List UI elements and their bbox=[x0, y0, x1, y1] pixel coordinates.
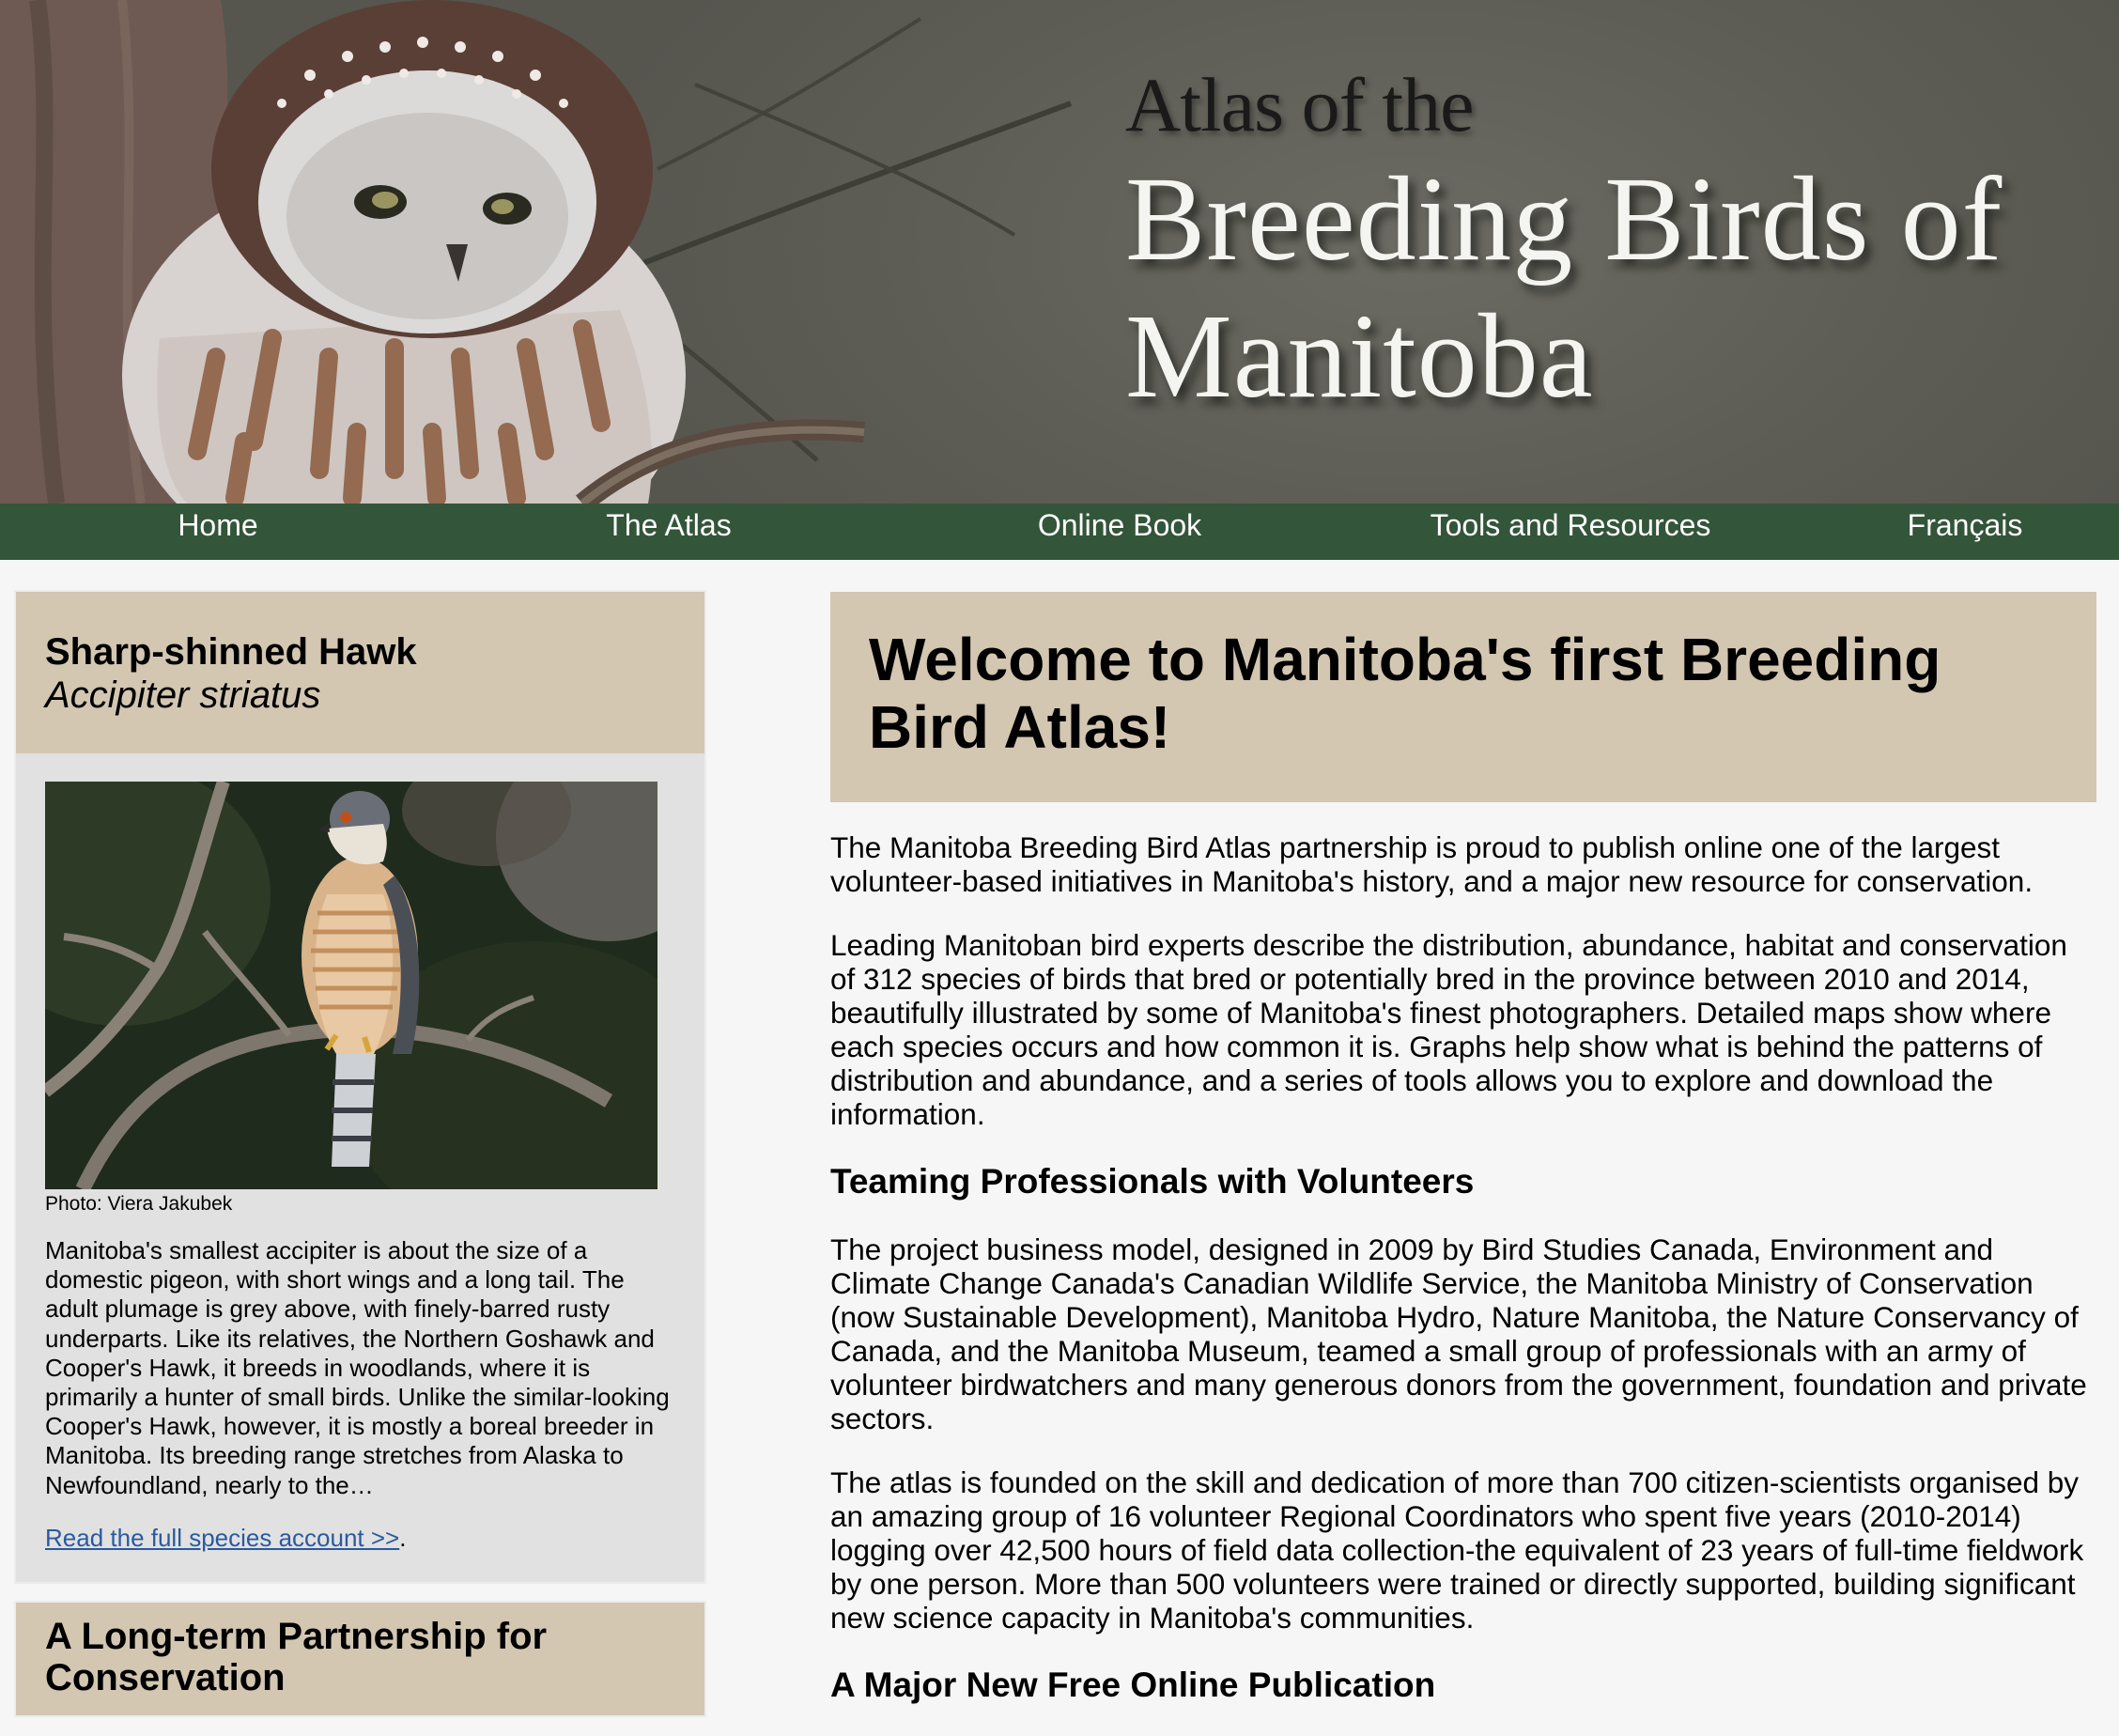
species-common-name: Sharp-shinned Hawk bbox=[45, 631, 417, 673]
nav-home[interactable]: Home bbox=[178, 504, 257, 549]
site-title-line2: Manitoba bbox=[1125, 289, 1594, 423]
read-more-period: . bbox=[399, 1524, 407, 1552]
page-title: Welcome to Manitoba's first Breeding Bir… bbox=[869, 626, 1941, 761]
read-species-account-link[interactable]: Read the full species account >> bbox=[45, 1524, 399, 1552]
nav-francais[interactable]: Français bbox=[1908, 504, 2023, 549]
partnership-card: A Long-term Partnership for Conservation bbox=[16, 1603, 704, 1715]
partnership-heading: A Long-term Partnership for Conservation bbox=[45, 1616, 548, 1698]
main-content: The Manitoba Breeding Bird Atlas partner… bbox=[830, 830, 2094, 1736]
business-model-paragraph: The project business model, designed in … bbox=[830, 1232, 2087, 1435]
section-heading-publication: A Major New Free Online Publication bbox=[830, 1666, 1436, 1704]
featured-species-header: Sharp-shinned Hawk Accipiter striatus bbox=[16, 592, 704, 753]
volunteers-paragraph: The atlas is founded on the skill and de… bbox=[830, 1465, 2084, 1635]
site-banner: Atlas of the Breeding Birds of Manitoba bbox=[0, 0, 2119, 504]
site-title-small: Atlas of the bbox=[1125, 62, 1475, 147]
species-latin-name: Accipiter striatus bbox=[45, 674, 321, 716]
featured-species-card: Sharp-shinned Hawk Accipiter striatus Ph… bbox=[16, 592, 704, 1582]
site-title: Atlas of the Breeding Birds of Manitoba bbox=[1125, 60, 2003, 425]
section-heading-teaming: Teaming Professionals with Volunteers bbox=[830, 1162, 1475, 1201]
site-title-line1: Breeding Birds of bbox=[1125, 152, 2003, 286]
intro-paragraph: The Manitoba Breeding Bird Atlas partner… bbox=[830, 830, 2034, 898]
nav-tools-and-resources[interactable]: Tools and Resources bbox=[1431, 504, 1711, 549]
photo-credit: Photo: Viera Jakubek bbox=[45, 1193, 233, 1215]
nav-online-book[interactable]: Online Book bbox=[1038, 504, 1201, 549]
experts-paragraph: Leading Manitoban bird experts describe … bbox=[830, 928, 2067, 1131]
welcome-banner: Welcome to Manitoba's first Breeding Bir… bbox=[830, 592, 2096, 802]
species-description: Manitoba's smallest accipiter is about t… bbox=[45, 1236, 670, 1499]
read-more-line: Read the full species account >>. bbox=[45, 1522, 406, 1554]
nav-the-atlas[interactable]: The Atlas bbox=[606, 504, 731, 549]
main-nav: Home The Atlas Online Book Tools and Res… bbox=[0, 504, 2119, 560]
hawk-photo[interactable] bbox=[45, 782, 657, 1189]
